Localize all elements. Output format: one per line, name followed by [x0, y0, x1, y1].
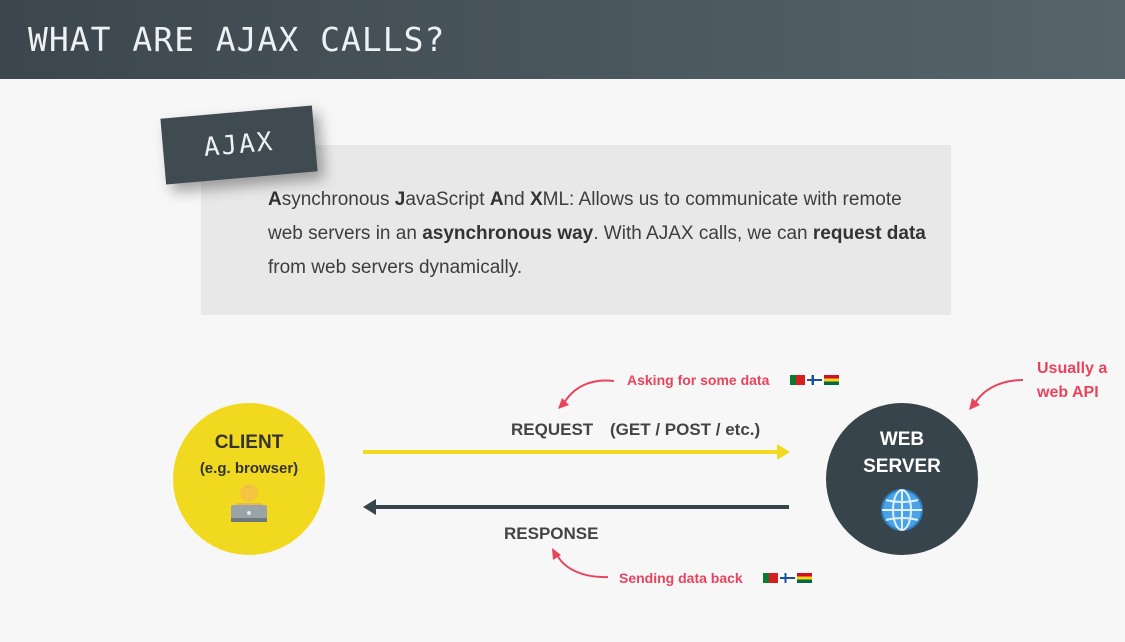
finland-flag-icon — [780, 573, 795, 583]
request-arrow-head — [777, 444, 790, 460]
response-label: RESPONSE — [504, 524, 599, 543]
note-usually: Usually a web API — [1037, 357, 1107, 405]
server-circle: WEB SERVER — [826, 403, 978, 555]
response-arrow-head — [363, 499, 376, 515]
server-title-line1: WEB — [879, 429, 925, 450]
person-with-laptop-icon — [231, 483, 267, 522]
diagram-arrows — [363, 379, 1024, 579]
request-label: REQUEST — [511, 420, 594, 439]
client-title: CLIENT — [214, 431, 284, 453]
server-title-line2: SERVER — [863, 456, 941, 477]
note-usually-line1: Usually a — [1037, 360, 1108, 377]
client-subtitle: (e.g. browser) — [199, 459, 299, 477]
note-usually-line2: web API — [1037, 384, 1099, 401]
client-circle: CLIENT (e.g. browser) — [173, 403, 325, 555]
portugal-flag-icon — [763, 573, 778, 583]
note-sending: Sending data back — [619, 570, 743, 586]
asking-curve-arrow — [562, 379, 615, 406]
ghana-flag-icon — [797, 573, 812, 583]
globe-icon — [881, 489, 923, 531]
ghana-flag-icon — [824, 375, 839, 385]
usually-curve-arrow — [973, 379, 1024, 406]
request-methods: (GET / POST / etc.) — [610, 420, 761, 439]
flags-asking — [790, 375, 839, 385]
note-asking: Asking for some data — [627, 372, 770, 388]
portugal-flag-icon — [790, 375, 805, 385]
finland-flag-icon — [807, 375, 822, 385]
sending-curve-arrow — [555, 552, 609, 579]
flags-sending — [763, 573, 812, 583]
